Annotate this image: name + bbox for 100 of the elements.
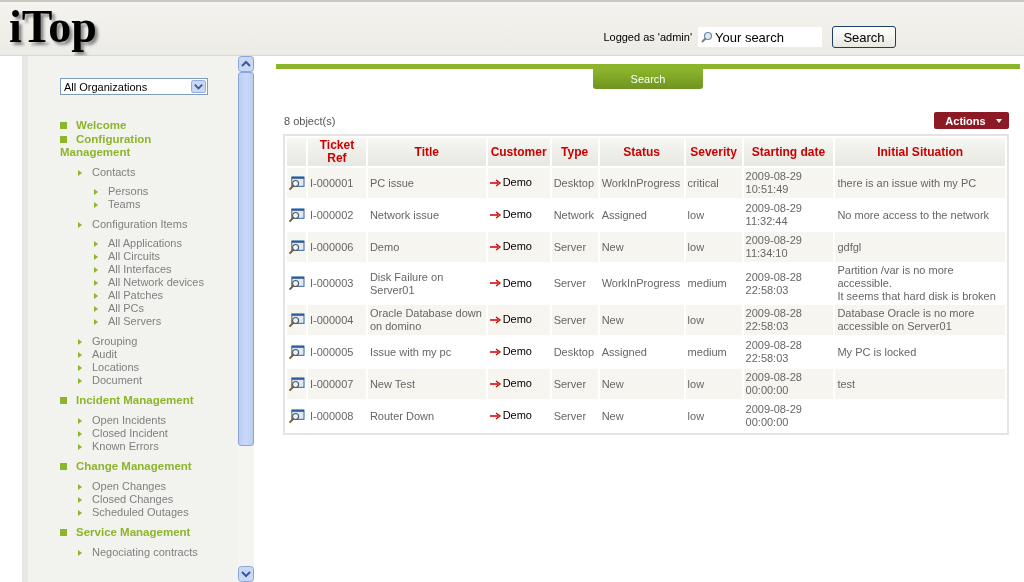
column-header[interactable]: Customer: [487, 138, 550, 166]
details-icon[interactable]: [288, 276, 305, 291]
table-cell: Database Oracle is no more accessible on Server01: [835, 305, 1005, 335]
table-cell-text: Desktop: [552, 344, 595, 360]
menu-section[interactable]: Service Management: [60, 526, 212, 539]
bullet-icon: [78, 169, 82, 176]
table-cell: I-000004: [308, 305, 366, 335]
scrollbar[interactable]: [238, 56, 254, 582]
menu-item[interactable]: All Network devices: [94, 276, 234, 289]
table-cell: Demo: [367, 232, 486, 262]
logo: iTop: [9, 4, 97, 50]
scroll-down-icon[interactable]: [238, 566, 254, 582]
menu-item[interactable]: Audit: [78, 348, 234, 361]
customer-link[interactable]: Demo: [489, 276, 532, 290]
table-cell-text: My PC is locked: [836, 344, 918, 360]
column-header[interactable]: Severity: [685, 138, 742, 166]
table-cell: test: [835, 369, 1005, 399]
table-cell-text: 2009-08-28 22:58:03: [744, 269, 803, 298]
menu-item[interactable]: Open Changes: [78, 480, 234, 493]
menu-item[interactable]: Closed Changes: [78, 493, 234, 506]
table-cell-text: 2009-08-29 00:00:00: [744, 402, 803, 430]
table-cell: I-000001: [308, 168, 366, 198]
menu-item[interactable]: All Servers: [94, 315, 234, 328]
table-cell: 2009-08-29 11:34:10: [743, 232, 834, 262]
scroll-thumb[interactable]: [238, 72, 254, 446]
arrow-icon: [489, 178, 502, 187]
menu-item[interactable]: Known Errors: [78, 440, 234, 453]
caret-icon: [995, 118, 1002, 123]
table-cell: low: [685, 305, 742, 335]
column-header[interactable]: Initial Situation: [835, 138, 1005, 166]
menu-item[interactable]: Negociating contracts: [78, 546, 234, 559]
customer-link[interactable]: Demo: [489, 409, 532, 423]
table-cell-text: low: [686, 408, 706, 424]
menu-item[interactable]: Persons: [94, 185, 234, 198]
column-header[interactable]: Ticket Ref: [308, 138, 366, 166]
organization-dropdown[interactable]: All Organizations: [60, 78, 208, 95]
arrow-icon: [489, 411, 502, 420]
column-header[interactable]: Starting date: [743, 138, 834, 166]
bullet-icon: [78, 351, 82, 358]
bullet-icon: [78, 509, 82, 516]
actions-button[interactable]: Actions: [934, 112, 1009, 129]
logged-as-text: Logged as 'admin': [603, 31, 692, 43]
menu-section[interactable]: Change Management: [60, 460, 212, 473]
table-cell-text: Server: [552, 276, 588, 291]
menu-item[interactable]: All Interfaces: [94, 263, 234, 276]
table-cell-text: No more access to the network: [836, 207, 991, 223]
table-cell: New: [599, 369, 684, 399]
menu-item[interactable]: All Patches: [94, 289, 234, 302]
details-icon[interactable]: [288, 207, 305, 223]
details-icon[interactable]: [288, 239, 305, 255]
menu-item[interactable]: Scheduled Outages: [78, 506, 234, 519]
table-cell: Server: [551, 232, 598, 262]
table-cell: Server: [551, 369, 598, 399]
menu-section[interactable]: Incident Management: [60, 394, 212, 407]
search-field[interactable]: Your search: [698, 27, 822, 47]
customer-link[interactable]: Demo: [489, 345, 532, 359]
table-cell-text: 2009-08-28 22:58:03: [744, 338, 803, 366]
details-icon[interactable]: [288, 408, 305, 424]
menu-item[interactable]: All Applications: [94, 237, 234, 250]
table-cell-text: Issue with my pc: [368, 344, 453, 360]
column-header[interactable]: Title: [367, 138, 486, 166]
table-cell: New: [599, 305, 684, 335]
menu-item[interactable]: Grouping: [78, 335, 234, 348]
column-header[interactable]: Type: [551, 138, 598, 166]
customer-link[interactable]: Demo: [489, 208, 532, 222]
bullet-icon: [78, 338, 82, 345]
search-tab[interactable]: Search: [593, 69, 703, 89]
menu-section[interactable]: Configuration Management: [60, 133, 212, 159]
table-cell: 2009-08-29 10:51:49: [743, 168, 834, 198]
menu-item[interactable]: All Circuits: [94, 250, 234, 263]
menu-item[interactable]: Locations: [78, 361, 234, 374]
details-icon[interactable]: [288, 175, 305, 191]
bullet-icon: [94, 305, 98, 312]
table-cell: Desktop: [551, 168, 598, 198]
menu-item[interactable]: Configuration Items: [78, 218, 234, 231]
menu-item[interactable]: All PCs: [94, 302, 234, 315]
details-icon[interactable]: [288, 344, 305, 360]
details-icon[interactable]: [288, 376, 305, 392]
bullet-icon: [94, 279, 98, 286]
search-button[interactable]: Search: [832, 26, 896, 48]
table-cell-text: Router Down: [368, 408, 436, 424]
bullet-icon: [94, 253, 98, 260]
menu-item[interactable]: Document: [78, 374, 234, 387]
table-cell: gdfgl: [835, 232, 1005, 262]
menu-section[interactable]: Welcome: [60, 119, 212, 132]
menu-item[interactable]: Open Incidents: [78, 414, 234, 427]
menu-item[interactable]: Contacts: [78, 166, 234, 179]
search-icon: [701, 31, 713, 43]
details-icon[interactable]: [288, 312, 305, 328]
menu-item[interactable]: Closed Incident: [78, 427, 234, 440]
table-cell-text: Assigned: [600, 207, 648, 223]
table-cell: New: [599, 232, 684, 262]
table-cell: WorkInProgress: [599, 168, 684, 198]
table-cell: Server: [551, 305, 598, 335]
arrow-icon: [489, 279, 502, 288]
table-cell: 2009-08-28 00:00:00: [743, 369, 834, 399]
table-cell-text: low: [686, 207, 706, 223]
column-header[interactable]: Status: [599, 138, 684, 166]
menu-item[interactable]: Teams: [94, 198, 234, 211]
scroll-up-icon[interactable]: [238, 56, 254, 72]
